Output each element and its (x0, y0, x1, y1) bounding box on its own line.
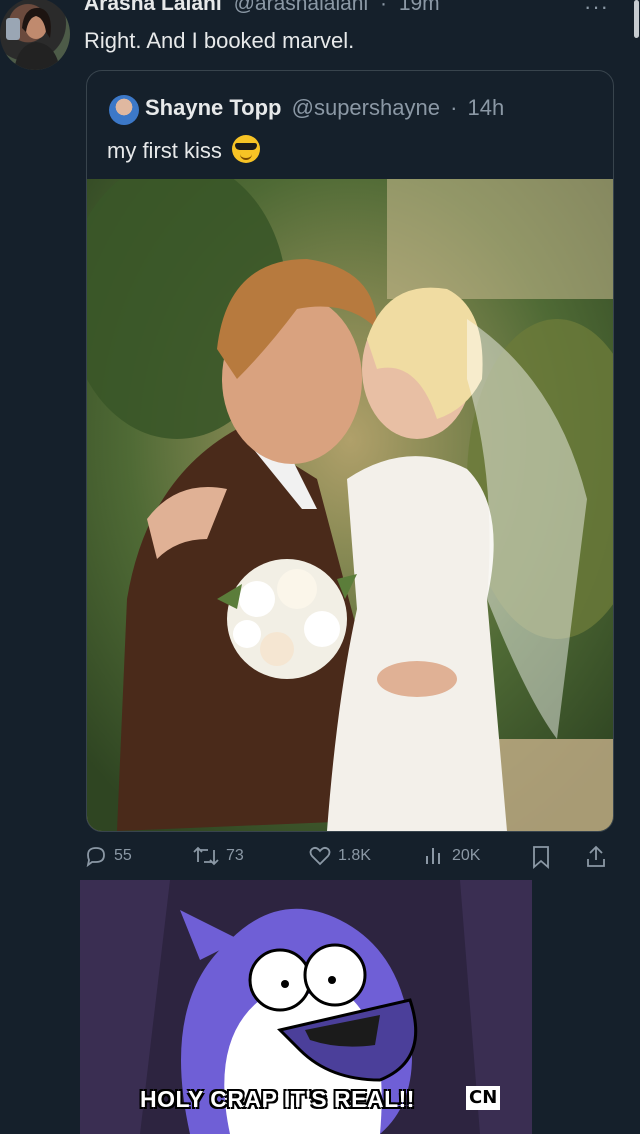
reply-count: 55 (114, 847, 132, 864)
views-chart-icon (426, 848, 440, 864)
view-count: 20K (452, 847, 481, 864)
tweet-time[interactable]: 19m (399, 0, 440, 15)
tweet-text: Right. And I booked marvel. (84, 28, 355, 53)
quoted-author-line: Shayne Topp @supershayne · 14h (145, 95, 504, 121)
bookmark-button[interactable] (530, 844, 558, 870)
quoted-author-avatar[interactable] (109, 95, 139, 125)
retweet-icon (193, 846, 219, 866)
tweet[interactable]: Arasha Lalani @arashalalani · 19m ··· Ri… (0, 0, 640, 878)
author-name[interactable]: Arasha Lalani (84, 0, 222, 15)
reply-icon (86, 847, 105, 868)
quoted-tweet[interactable]: Shayne Topp @supershayne · 14h my first … (86, 70, 614, 832)
wedding-kiss-photo[interactable] (87, 159, 613, 831)
reply-button[interactable]: 55 (84, 844, 132, 868)
scrollbar[interactable] (634, 0, 639, 38)
meme-caption: HOLY CRAP IT'S REAL!! (140, 1086, 415, 1112)
bookmark-icon (533, 846, 549, 869)
more-options-icon[interactable]: ··· (584, 0, 609, 20)
separator-dot: · (379, 0, 387, 15)
quoted-author-handle: @supershayne (291, 95, 440, 120)
author-line: Arasha Lalani @arashalalani · 19m (84, 0, 440, 16)
tweet-actions: 55 73 1.8K 20K (84, 844, 614, 874)
views-button[interactable]: 20K (424, 844, 480, 868)
quoted-tweet-text: my first kiss (107, 138, 222, 163)
author-avatar[interactable] (0, 0, 70, 70)
quoted-tweet-text-row: my first kiss (107, 135, 261, 164)
like-button[interactable]: 1.8K (308, 844, 371, 868)
sunglasses-emoji-icon (232, 135, 261, 163)
heart-icon (309, 846, 331, 866)
cartoon-network-logo: CN (466, 1086, 501, 1110)
share-icon (587, 845, 605, 867)
regular-show-meme-image: HOLY CRAP IT'S REAL!! CN (80, 880, 532, 1134)
author-handle[interactable]: @arashalalani (234, 0, 369, 15)
share-button[interactable] (584, 844, 614, 870)
like-count: 1.8K (338, 847, 371, 864)
separator-dot: · (450, 95, 458, 120)
retweet-button[interactable]: 73 (192, 844, 244, 868)
quoted-author-name: Shayne Topp (145, 95, 282, 120)
quoted-tweet-time: 14h (467, 95, 505, 120)
retweet-count: 73 (226, 847, 244, 864)
